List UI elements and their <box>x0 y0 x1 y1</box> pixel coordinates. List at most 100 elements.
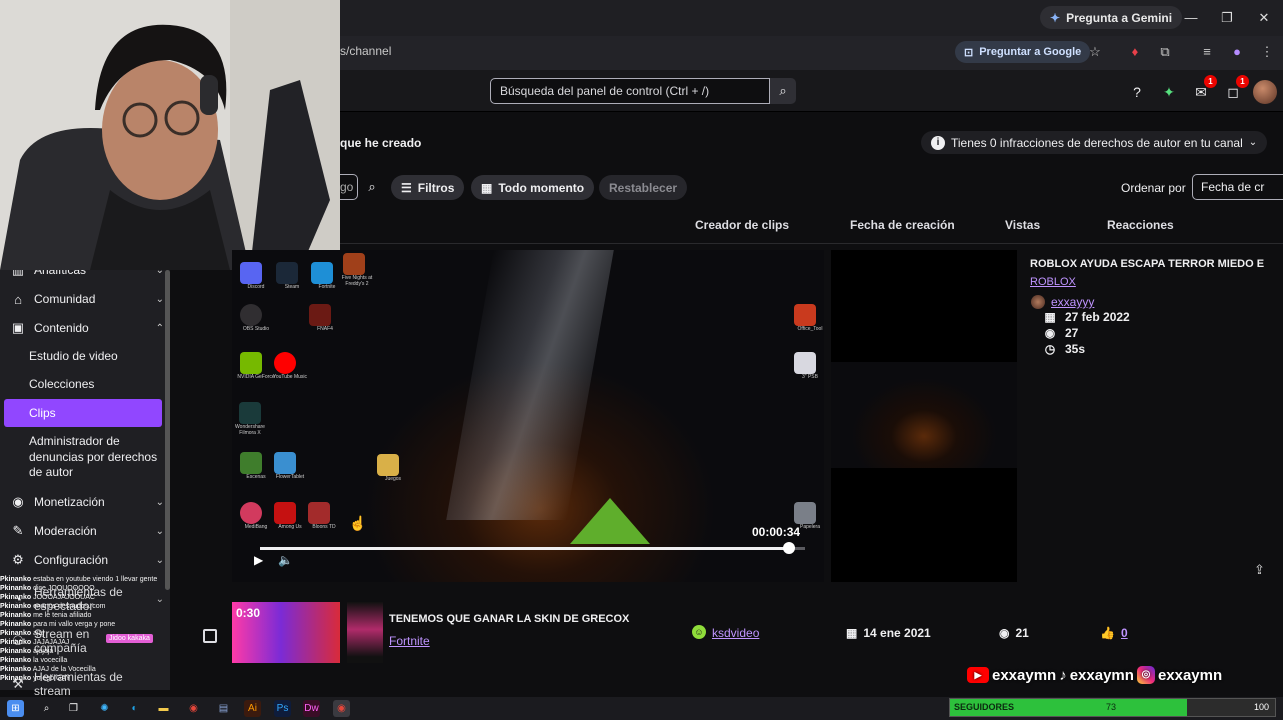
column-header-date[interactable]: Fecha de creación <box>850 218 955 232</box>
help-icon[interactable]: ? <box>1126 81 1148 103</box>
app-icon[interactable]: ▤ <box>215 700 232 717</box>
search-icon[interactable]: ⌕ <box>362 176 382 198</box>
desktop-icon-medibang[interactable]: MediBang <box>236 502 267 530</box>
edge-icon[interactable]: ◐ <box>126 700 143 717</box>
search-icon: ⌕ <box>779 83 787 98</box>
desktop-icon-fortnite[interactable]: Fortnite <box>307 262 337 290</box>
sort-select[interactable]: Fecha de cr <box>1192 174 1283 200</box>
chat-message: Pkinanko yo ego GAY <box>0 675 71 682</box>
user-avatar[interactable] <box>1253 80 1277 104</box>
sidebar-subitem-video-studio[interactable]: Estudio de video <box>29 349 159 365</box>
bookmark-star-icon[interactable]: ☆ <box>1085 42 1105 62</box>
sidebar-item-label: Monetización <box>34 495 105 509</box>
desktop-icon-nvidia[interactable]: NVIDIA GeForce <box>236 352 275 380</box>
content-icon: ▣ <box>11 320 25 335</box>
youtube-handle: exxaymn <box>992 666 1057 684</box>
row-clip-title[interactable]: TENEMOS QUE GANAR LA SKIN DE GRECOX <box>389 613 629 625</box>
clip-creator-link[interactable]: exxayyy <box>1051 295 1094 309</box>
column-header-reactions[interactable]: Reacciones <box>1107 218 1174 232</box>
ask-google-button[interactable]: ⊡ Preguntar a Google <box>955 41 1091 63</box>
chrome-icon[interactable]: ◉ <box>185 700 202 717</box>
close-icon[interactable]: ✕ <box>1254 8 1274 28</box>
play-icon[interactable]: ▶ <box>254 553 270 569</box>
creator-avatar-icon: ☺ <box>692 625 706 639</box>
url-text[interactable]: s/channel <box>340 44 391 58</box>
media-controls-icon[interactable]: ≡ <box>1197 42 1217 62</box>
sidebar-item-settings[interactable]: ⚙ Configuración ⌄ <box>8 548 164 572</box>
desktop-icon-filmora[interactable]: Wondershare Filmora X <box>230 402 270 436</box>
creator-avatar <box>1031 295 1045 309</box>
chat-message: Pkinanko JOOOAJAJOOUAC <box>0 594 95 601</box>
photoshop-icon[interactable]: Ps <box>274 700 291 717</box>
dreamweaver-icon[interactable]: Dw <box>303 700 320 717</box>
sidebar-scrollbar[interactable] <box>165 270 170 590</box>
share-icon[interactable]: ⇪ <box>1254 562 1265 578</box>
extension-red-icon[interactable]: ♦ <box>1125 42 1145 62</box>
clip-thumbnail-preview[interactable] <box>831 362 1017 468</box>
page-title: que he creado <box>340 136 422 150</box>
column-header-creator[interactable]: Creador de clips <box>695 218 789 232</box>
dashboard-search-input[interactable] <box>490 78 770 104</box>
task-view-icon[interactable]: ❐ <box>65 700 82 717</box>
search-button[interactable]: ⌕ <box>770 78 796 104</box>
reset-button[interactable]: Restablecer <box>599 175 688 200</box>
chevron-up-icon: ⌃ <box>155 322 164 334</box>
desktop-icon-bloons[interactable]: Bloons TD <box>304 502 336 530</box>
google-lens-icon: ⊡ <box>964 46 974 59</box>
whispers-badge: 1 <box>1236 75 1249 88</box>
desktop-icon-discord[interactable]: Discord <box>236 262 266 290</box>
desktop-icon-youtube-music[interactable]: YouTube Music <box>270 352 307 380</box>
desktop-icon-steam[interactable]: Steam <box>272 262 302 290</box>
browser-menu-icon[interactable]: ⋮ <box>1257 42 1277 62</box>
sidebar-subitem-clips[interactable]: Clips <box>4 399 162 427</box>
desktop-icon-among-us[interactable]: Among Us <box>270 502 302 530</box>
sidebar-subitem-copyright-manager[interactable]: Administrador de denuncias por derechos … <box>29 434 159 481</box>
progress-handle[interactable] <box>782 542 795 554</box>
extensions-puzzle-icon[interactable]: ⧉ <box>1155 42 1175 62</box>
chat-message: Pkinanko me le tenia afiliado <box>0 612 92 619</box>
row-clip-reactions[interactable]: 👍 0 <box>1100 626 1128 640</box>
creator-tools-icon[interactable]: ✦ <box>1158 81 1180 103</box>
followers-goal-label: SEGUIDORES <box>954 702 1015 712</box>
volume-icon[interactable]: 🔈 <box>278 553 294 569</box>
desktop-icon-escenas[interactable]: Escenas <box>236 452 266 480</box>
column-header-views[interactable]: Vistas <box>1005 218 1040 232</box>
file-explorer-icon[interactable]: ▬ <box>155 700 172 717</box>
row-clip-game-link[interactable]: Fortnite <box>389 634 430 648</box>
sidebar-item-moderation[interactable]: ✎ Moderación ⌄ <box>8 519 164 543</box>
filters-button[interactable]: ☰ Filtros <box>391 175 465 200</box>
restore-icon[interactable]: ❐ <box>1217 8 1237 28</box>
chrome-active-icon[interactable]: ◉ <box>333 700 350 717</box>
desktop-icon-fnaf2[interactable]: Five Nights at Freddy's 2 <box>337 253 372 287</box>
webcam-overlay <box>0 0 340 270</box>
reset-label: Restablecer <box>609 180 678 195</box>
illustrator-icon[interactable]: Ai <box>244 700 261 717</box>
moderation-icon: ✎ <box>12 523 24 538</box>
desktop-icon-obs[interactable]: OBS Studio <box>236 304 269 332</box>
clip-duration: ◷ 35s <box>1044 342 1086 356</box>
chat-message: Pkinanko enanos desnudos. com <box>0 603 106 610</box>
row-select-checkbox[interactable] <box>203 629 217 643</box>
tent-graphic <box>570 498 650 544</box>
desktop-icon-fnaf4[interactable]: FNAF4 <box>305 304 335 332</box>
tiktok-handle: exxaymn <box>1069 666 1134 684</box>
sidebar-subitem-collections[interactable]: Colecciones <box>29 377 159 393</box>
sidebar-item-community[interactable]: ⌂ Comunidad ⌄ <box>8 287 164 311</box>
desktop-icon-psb[interactable]: 3" PSB <box>790 352 820 380</box>
desktop-icon-flowertablet[interactable]: FlowerTablet <box>270 452 304 480</box>
sidebar-item-monetization[interactable]: ◉ Monetización ⌄ <box>8 490 164 514</box>
profile-icon[interactable]: ● <box>1227 42 1247 62</box>
copyright-status-pill[interactable]: i Tienes 0 infracciones de derechos de a… <box>921 131 1268 154</box>
copilot-icon[interactable]: ✺ <box>96 700 113 717</box>
search-icon[interactable]: ⌕ <box>38 700 55 717</box>
windows-start-icon[interactable]: ⊞ <box>7 700 24 717</box>
minimize-icon[interactable]: — <box>1181 8 1201 28</box>
row-clip-creator-link[interactable]: ksdvideo <box>712 626 759 640</box>
time-range-button[interactable]: ▦ Todo momento <box>471 175 595 200</box>
ask-gemini-button[interactable]: ✦ Pregunta a Gemini <box>1040 6 1183 29</box>
desktop-icon-office-tool[interactable]: Office_Tool <box>790 304 822 332</box>
sidebar-item-content[interactable]: ▣ Contenido ⌃ <box>8 316 164 340</box>
desktop-icon-juegos[interactable]: Juegos <box>373 454 403 482</box>
clip-game-link[interactable]: ROBLOX <box>1030 276 1076 288</box>
thumbs-up-icon: 👍 <box>1100 626 1115 640</box>
